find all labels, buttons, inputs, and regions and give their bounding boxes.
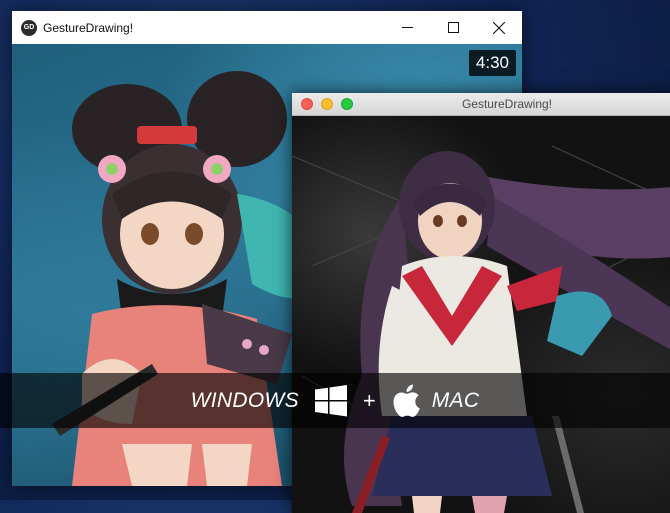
mac-label: MAC [431,388,480,412]
app-icon: GD [21,19,37,36]
mac-app-window: GestureDrawing! [292,93,670,513]
close-button[interactable] [476,11,522,44]
window-title: GestureDrawing! [461,97,553,111]
plus-separator: + [362,387,376,413]
window-controls [384,11,522,44]
maximize-button[interactable] [430,11,476,44]
platform-banner: WINDOWS + MAC [0,373,670,428]
reference-image-figure-2 [292,116,670,513]
windows-titlebar[interactable]: GD GestureDrawing! [12,11,522,44]
apple-logo-icon [392,384,420,417]
mac-titlebar[interactable]: GestureDrawing! [292,93,670,116]
minimize-button[interactable] [384,11,430,44]
figure-illustration [292,145,670,513]
countdown-timer: 4:30 [468,50,516,76]
windows-logo-icon [314,384,347,417]
windows-label: WINDOWS [190,388,299,412]
close-icon [493,21,505,34]
minimize-icon [401,27,413,28]
maximize-icon [447,22,459,33]
window-title: GestureDrawing! [43,20,134,35]
